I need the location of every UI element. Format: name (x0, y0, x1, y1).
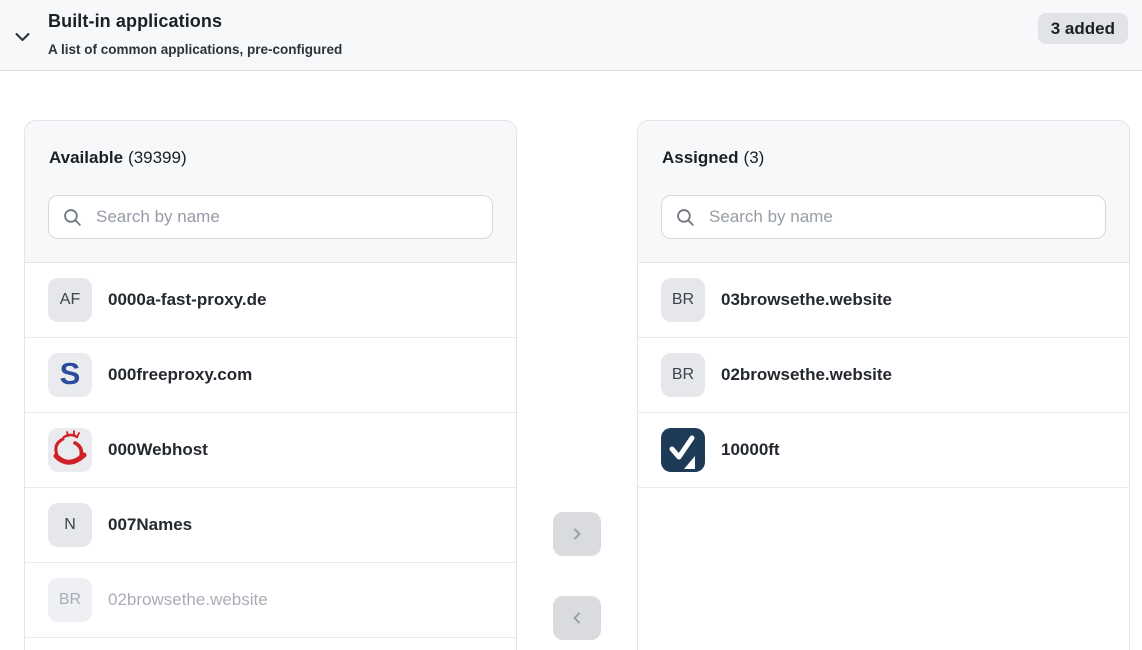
available-search (48, 195, 493, 239)
app-name: 000freeproxy.com (108, 365, 252, 385)
section-header: Built-in applications A list of common a… (0, 0, 1142, 71)
app-name: 0000a-fast-proxy.de (108, 290, 266, 310)
app-logo-s-icon: S (48, 353, 92, 397)
list-item[interactable]: 000Webhost (25, 413, 516, 488)
app-initials-avatar: AF (48, 278, 92, 322)
section-title: Built-in applications (48, 11, 222, 32)
list-item: BR 02browsethe.website (25, 563, 516, 638)
app-initials-avatar: BR (48, 578, 92, 622)
app-initials-avatar: N (48, 503, 92, 547)
search-icon (675, 207, 696, 228)
app-name: 007Names (108, 515, 192, 535)
list-item[interactable]: S 000freeproxy.com (25, 338, 516, 413)
collapse-chevron-down-icon[interactable] (9, 25, 35, 49)
list-item[interactable]: N 007Names (25, 488, 516, 563)
app-initials-avatar: BR (661, 278, 705, 322)
available-panel-header: Available(39399) (25, 121, 516, 263)
app-name: 02browsethe.website (108, 590, 268, 610)
available-list: AF 0000a-fast-proxy.de S 000freeproxy.com 0… (25, 263, 516, 638)
assigned-list: BR 03browsethe.website BR 02browsethe.websi… (638, 263, 1129, 488)
list-item[interactable]: BR 02browsethe.website (638, 338, 1129, 413)
app-name: 10000ft (721, 440, 780, 460)
list-item[interactable]: BR 03browsethe.website (638, 263, 1129, 338)
search-icon (62, 207, 83, 228)
section-subtitle: A list of common applications, pre-confi… (48, 42, 342, 57)
available-search-input[interactable] (94, 206, 479, 228)
assigned-search (661, 195, 1106, 239)
assigned-search-input[interactable] (707, 206, 1092, 228)
added-count-badge: 3 added (1038, 13, 1128, 44)
available-title: Available(39399) (49, 148, 493, 168)
list-item[interactable]: AF 0000a-fast-proxy.de (25, 263, 516, 338)
built-in-applications-section: Built-in applications A list of common a… (0, 0, 1142, 650)
app-name: 02browsethe.website (721, 365, 892, 385)
app-name: 000Webhost (108, 440, 208, 460)
checkmark-logo-icon (661, 428, 705, 472)
assigned-title: Assigned(3) (662, 148, 1106, 168)
assigned-panel: Assigned(3) BR 03browsethe.website BR 02bro… (637, 120, 1130, 650)
chevron-right-icon (569, 526, 585, 542)
move-to-available-button[interactable] (553, 596, 601, 640)
chevron-left-icon (569, 610, 585, 626)
app-initials-avatar: BR (661, 353, 705, 397)
assigned-panel-header: Assigned(3) (638, 121, 1129, 263)
move-to-assigned-button[interactable] (553, 512, 601, 556)
list-item[interactable]: 10000ft (638, 413, 1129, 488)
available-panel: Available(39399) AF0000a-fast-proxy.deS0… (24, 120, 517, 650)
app-name: 03browsethe.website (721, 290, 892, 310)
webhost-swirl-logo-icon (48, 428, 92, 472)
